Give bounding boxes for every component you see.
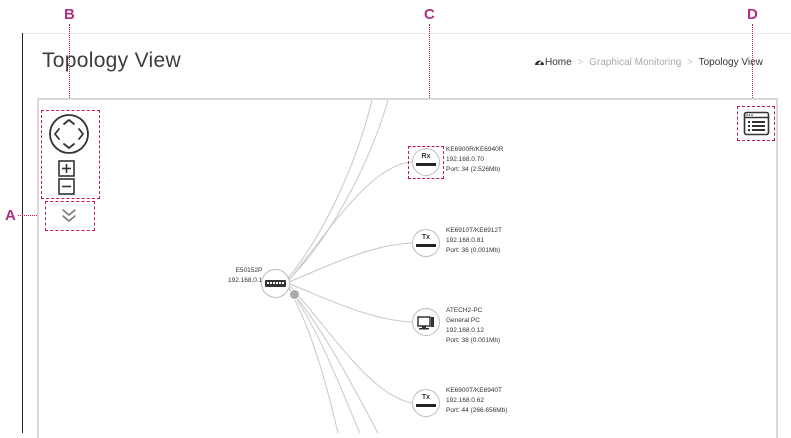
list-view-icon <box>743 111 770 136</box>
breadcrumb-home-label: Home <box>545 57 572 68</box>
topology-node-pc[interactable] <box>412 308 440 336</box>
topology-node-tx[interactable]: Tx <box>412 229 440 257</box>
double-chevron-down-icon <box>62 209 76 222</box>
node-label-tx: KE6900T/KE6940T 192.168.0.62 Port: 44 (2… <box>446 386 507 416</box>
breadcrumb-separator: > <box>687 57 693 68</box>
node-ip: 192.168.0.62 <box>446 397 484 404</box>
collapse-node-icon[interactable] <box>289 289 300 300</box>
node-ip: 192.168.0.12 <box>446 327 484 334</box>
breadcrumb-home[interactable]: Home <box>534 57 574 68</box>
callout-b: B <box>64 6 75 23</box>
callout-box-c <box>408 146 444 179</box>
left-border-line <box>22 33 23 433</box>
node-label-rx: KE6900R/KE6940R 192.168.0.70 Port: 34 (2… <box>446 145 503 175</box>
node-badge: Tx <box>421 234 431 241</box>
node-model: KE6900T/KE6940T <box>446 387 503 394</box>
list-view-button[interactable] <box>743 111 770 136</box>
page-title: Topology View <box>42 49 181 72</box>
zoom-out-icon <box>58 178 75 195</box>
breadcrumb-separator: > <box>577 57 584 68</box>
node-port: Port: 36 (0.001Mb) <box>446 247 501 254</box>
pan-control[interactable] <box>48 113 90 155</box>
breadcrumb-current: Topology View <box>698 57 763 68</box>
node-ip: 192.168.0.81 <box>446 237 484 244</box>
root-node-label: E50152P 192.168.0.1 <box>228 266 262 286</box>
breadcrumb-graphical-monitoring[interactable]: Graphical Monitoring <box>589 57 681 68</box>
header-divider <box>23 33 791 34</box>
node-ip: 192.168.0.70 <box>446 156 484 163</box>
node-port: Port: 34 (2.526Mb) <box>446 166 501 173</box>
callout-d: D <box>747 6 758 23</box>
node-type: General PC <box>446 317 480 324</box>
zoom-in-icon <box>58 160 75 177</box>
node-model: KE6900R/KE6940R <box>446 146 504 153</box>
node-port: Port: 44 (266.656Mb) <box>446 407 508 414</box>
dashboard-home-icon <box>535 60 544 65</box>
zoom-in-button[interactable] <box>58 160 75 177</box>
computer-icon <box>417 316 434 330</box>
root-node-name: E50152P <box>235 267 263 274</box>
tx-device-icon <box>416 244 436 247</box>
node-port: Port: 38 (0.001Mb) <box>446 337 501 344</box>
node-label-tx: KE6910T/KE6912T 192.168.0.81 Port: 36 (0… <box>446 226 502 256</box>
expand-button[interactable] <box>59 206 79 226</box>
root-switch-node[interactable] <box>261 269 290 298</box>
pan-arrows-icon <box>49 114 89 154</box>
root-node-ip: 192.168.0.1 <box>228 277 263 284</box>
callout-c: C <box>424 6 435 23</box>
node-model: ATECH2-PC <box>446 307 483 314</box>
topology-node-tx[interactable]: Tx <box>412 389 440 417</box>
node-model: KE6910T/KE6912T <box>446 227 503 234</box>
zoom-out-button[interactable] <box>58 178 75 195</box>
node-label-pc: ATECH2-PC General PC 192.168.0.12 Port: … <box>446 306 500 346</box>
callout-a: A <box>5 207 16 224</box>
switch-icon <box>265 280 286 287</box>
breadcrumb: Home > Graphical Monitoring > Topology V… <box>534 57 763 68</box>
tx-device-icon <box>416 404 436 407</box>
node-badge: Tx <box>421 394 431 401</box>
